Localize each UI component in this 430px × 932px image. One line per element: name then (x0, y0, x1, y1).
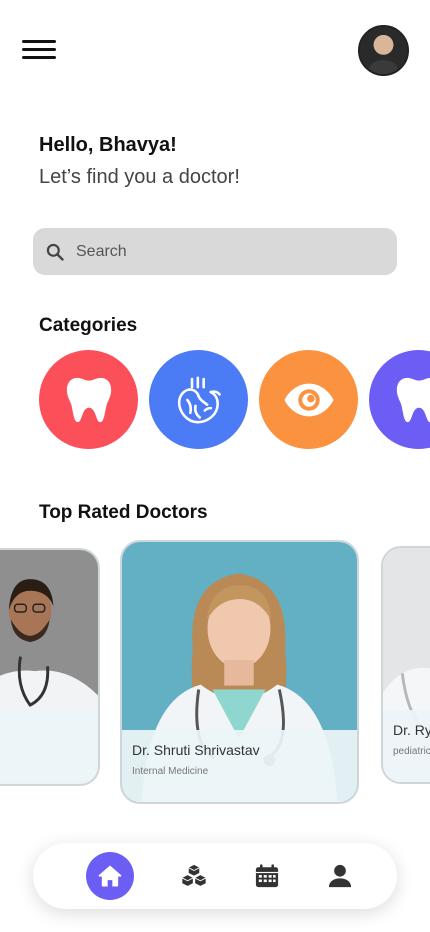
nav-home[interactable] (86, 852, 134, 900)
nav-services[interactable] (170, 852, 218, 900)
doctor-name: Dr. Shruti Shrivastav (132, 742, 260, 758)
subtitle: Let’s find you a doctor! (39, 166, 240, 188)
category-ophthalmology[interactable] (259, 350, 358, 449)
bottom-nav (33, 843, 397, 909)
greeting: Hello, Bhavya! (39, 134, 177, 156)
calendar-icon (255, 864, 279, 888)
doctor-name: Dr. Ry (393, 722, 430, 738)
doctor-info: Dr. Shruti Shrivastav Internal Medicine (122, 730, 357, 802)
tooth-icon (66, 377, 111, 422)
tooth-icon (396, 377, 430, 422)
menu-line (22, 48, 56, 51)
doctor-card-featured[interactable]: Dr. Shruti Shrivastav Internal Medicine (120, 540, 359, 804)
doctor-specialty: Internal Medicine (132, 766, 209, 777)
heart-icon (177, 376, 221, 423)
menu-line (22, 56, 56, 59)
category-dental-2[interactable] (369, 350, 430, 449)
profile-icon (328, 864, 352, 888)
categories-list (39, 350, 430, 450)
avatar[interactable] (358, 25, 409, 76)
nav-profile[interactable] (316, 852, 364, 900)
categories-title: Categories (39, 315, 138, 336)
search-bar[interactable] (33, 228, 397, 275)
doctors-carousel[interactable]: Dr. Shruti Shrivastav Internal Medicine … (0, 538, 430, 808)
cubes-icon (182, 864, 206, 886)
menu-line (22, 40, 56, 43)
search-input[interactable] (76, 242, 376, 261)
search-icon (46, 243, 64, 261)
doctor-specialty: pediatric (393, 746, 430, 757)
home-icon (98, 865, 122, 887)
doctor-info: Dr. Ry pediatric (383, 710, 430, 782)
category-cardiology[interactable] (149, 350, 248, 449)
eye-icon (284, 383, 333, 416)
doctor-info (0, 712, 98, 784)
doctors-title: Top Rated Doctors (39, 502, 208, 523)
doctor-card[interactable]: Dr. Ry pediatric (381, 546, 430, 784)
nav-appointments[interactable] (243, 852, 291, 900)
menu-button[interactable] (22, 40, 56, 62)
doctor-card[interactable] (0, 548, 100, 786)
category-dental[interactable] (39, 350, 138, 449)
